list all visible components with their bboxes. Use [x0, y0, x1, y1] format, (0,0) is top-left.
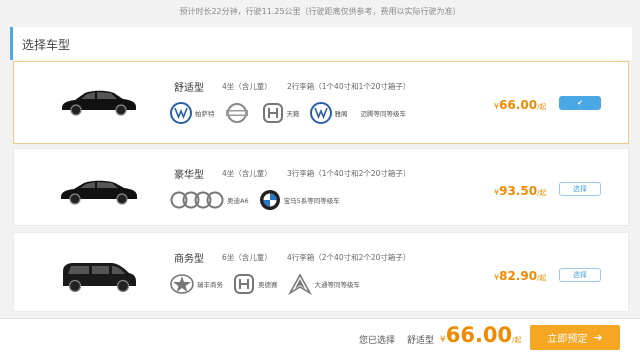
brand-item: [225, 102, 256, 124]
bmw-icon: [259, 189, 281, 211]
total-price: ¥66.00/起: [440, 323, 522, 347]
audi-icon: [170, 189, 224, 211]
brand-item: 奥迪A6: [170, 189, 253, 211]
sedan-car-image: [62, 90, 136, 116]
price-value: 66.00: [499, 98, 538, 112]
brand-name: 瑞丰商务: [197, 281, 223, 289]
selected-check-button[interactable]: ✔: [559, 96, 601, 110]
book-now-button[interactable]: 立即预定 ➔: [530, 325, 620, 350]
honda-icon: [233, 273, 255, 295]
selected-vehicle-type: 舒适型: [407, 336, 435, 346]
brand-name: 天籁: [286, 110, 300, 118]
price-value: 93.50: [499, 184, 538, 198]
vehicle-type-name: 商务型: [174, 254, 204, 265]
vehicle-price: ¥66.00/起: [494, 98, 546, 112]
brand-name: 大通等同等级车: [314, 281, 361, 289]
vehicle-luggage: 4行李箱（2个40寸和2个20寸箱子）: [287, 253, 411, 262]
brand-name: 奥迪A6: [227, 197, 249, 205]
vehicle-option-comfort[interactable]: 舒适型 4坐（含儿童） 2行李箱（1个40寸和1个20寸箱子） 帕萨特 天籁 雅…: [13, 61, 629, 144]
arrow-right-icon: ➔: [593, 331, 603, 344]
booking-footer: 您已选择 舒适型 ¥66.00/起 立即预定 ➔: [0, 318, 640, 355]
vehicle-luggage: 2行李箱（1个40寸和1个20寸箱子）: [287, 82, 411, 91]
total-amount: 66.00: [445, 323, 513, 347]
trip-estimate-note: 预计时长22分钟，行驶11.25公里（行驶距离仅供参考，费用以实际行驶为准）: [179, 7, 461, 16]
brand-name: 宝马5系等同等级车: [283, 197, 340, 205]
brand-item: 帕萨特: [170, 102, 219, 124]
section-header: 选择车型: [10, 27, 632, 60]
brand-item: 宝马5系等同等级车: [259, 189, 344, 211]
volkswagen-icon: [309, 102, 332, 124]
brand-name: 迈腾等同等级车: [360, 110, 407, 118]
brand-item: 瑞丰商务: [170, 273, 227, 295]
vehicle-luggage: 3行李箱（1个40寸和2个20寸箱子）: [287, 169, 411, 178]
selected-label: 您已选择: [359, 336, 396, 346]
brand-name: 雅阁: [334, 110, 348, 118]
select-button[interactable]: 选择: [559, 182, 601, 196]
brand-list: 瑞丰商务 奥德赛 大通等同等级车: [170, 271, 370, 297]
vehicle-option-luxury[interactable]: 豪华型 4坐（含儿童） 3行李箱（1个40寸和2个20寸箱子） 奥迪A6 宝马5…: [13, 148, 629, 226]
vehicle-option-business[interactable]: 商务型 6坐（含儿童） 4行李箱（2个40寸和2个20寸箱子） 瑞丰商务 奥德赛…: [13, 232, 629, 312]
price-unit: /起: [537, 103, 547, 111]
price-unit: /起: [537, 189, 547, 197]
brand-item: 迈腾等同等级车: [358, 108, 411, 118]
brand-item: 奥德赛: [233, 273, 282, 295]
total-unit: /起: [512, 336, 522, 344]
brand-name: 奥德赛: [258, 281, 278, 289]
vehicle-price: ¥82.90/起: [494, 269, 546, 283]
maxus-icon: [287, 273, 312, 295]
brand-item: 大通等同等级车: [287, 273, 365, 295]
brand-list: 奥迪A6 宝马5系等同等级车: [170, 187, 350, 213]
vehicle-seats: 6坐（含儿童）: [222, 253, 272, 262]
minivan-car-image: [63, 263, 136, 293]
select-button[interactable]: 选择: [559, 268, 601, 282]
vehicle-type-name: 豪华型: [174, 170, 204, 181]
volkswagen-icon: [170, 102, 192, 124]
vehicle-seats: 4坐（含儿童）: [222, 169, 272, 178]
price-unit: /起: [537, 274, 547, 282]
vehicle-price: ¥93.50/起: [494, 184, 546, 198]
section-title: 选择车型: [22, 38, 71, 52]
vehicle-type-name: 舒适型: [174, 83, 204, 94]
price-value: 82.90: [499, 269, 538, 283]
sedan-car-image: [61, 180, 137, 205]
brand-item: 天籁: [262, 102, 304, 124]
vehicle-seats: 4坐（含儿童）: [222, 82, 272, 91]
brand-name: 帕萨特: [195, 110, 215, 118]
honda-icon: [262, 102, 284, 124]
nissan-icon: [225, 102, 249, 124]
book-now-label: 立即预定: [547, 334, 588, 345]
brand-item: 雅阁: [309, 102, 352, 124]
jac-icon: [170, 273, 194, 295]
brand-list: 帕萨特 天籁 雅阁 迈腾等同等级车: [170, 100, 416, 126]
